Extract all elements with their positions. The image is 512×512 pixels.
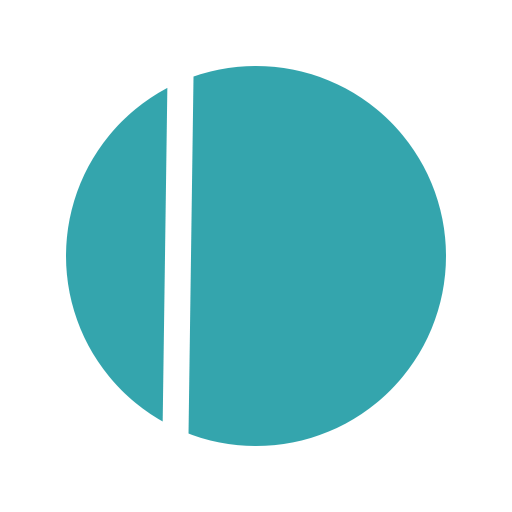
logo-circle xyxy=(66,66,446,446)
split-circle-icon xyxy=(66,49,446,463)
icon-canvas xyxy=(0,0,512,512)
